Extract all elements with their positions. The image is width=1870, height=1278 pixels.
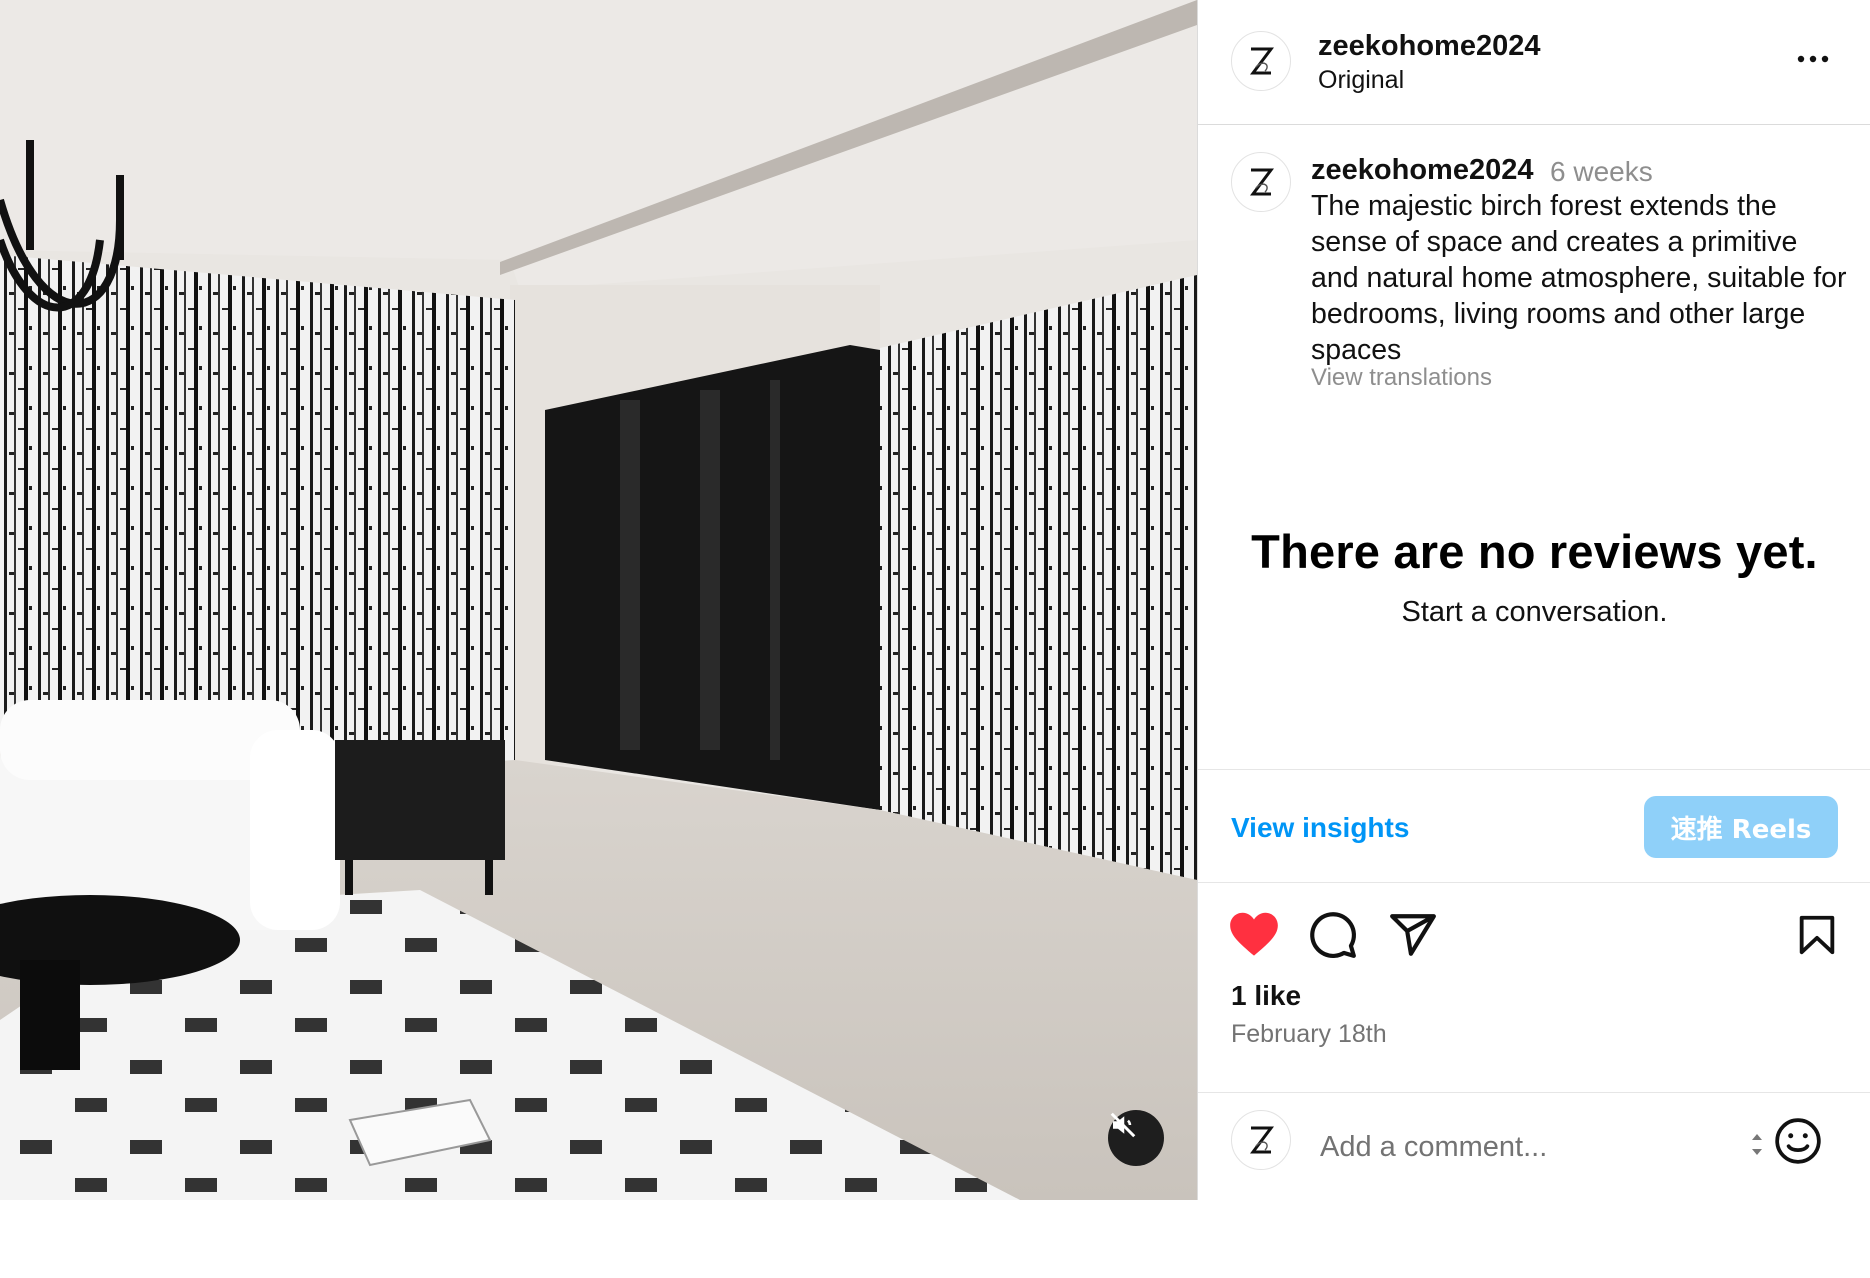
caption-username[interactable]: zeekohome2024 bbox=[1311, 154, 1533, 187]
send-icon bbox=[1390, 914, 1436, 956]
post-header: zeekohome2024 Original bbox=[1198, 0, 1870, 125]
comments-area: zeekohome2024 6 weeks The majestic birch… bbox=[1198, 124, 1870, 769]
caption-text: The majestic birch forest extends the se… bbox=[1311, 190, 1847, 366]
boost-reels-button[interactable]: 速推 Reels bbox=[1644, 796, 1838, 858]
emoji-button[interactable] bbox=[1773, 1116, 1823, 1171]
sort-arrows-icon bbox=[1752, 1134, 1762, 1155]
post-side-panel: zeekohome2024 Original zeekohome2024 6 w… bbox=[1197, 0, 1870, 1200]
speaker-muted-icon bbox=[1110, 1112, 1136, 1138]
comment-button[interactable] bbox=[1308, 910, 1358, 965]
zeeko-logo-icon bbox=[1250, 47, 1274, 75]
post-date[interactable]: February 18th bbox=[1231, 1020, 1387, 1049]
room-photo bbox=[0, 0, 1197, 1200]
heart-filled-icon bbox=[1230, 912, 1278, 956]
zeeko-logo-icon bbox=[1250, 1126, 1274, 1154]
comment-bar bbox=[1198, 1092, 1870, 1201]
avatar[interactable] bbox=[1231, 31, 1291, 91]
comment-input[interactable] bbox=[1318, 1123, 1652, 1171]
header-username[interactable]: zeekohome2024 bbox=[1318, 30, 1540, 63]
comment-icon bbox=[1310, 912, 1356, 958]
share-button[interactable] bbox=[1388, 910, 1438, 965]
expand-comment-button[interactable] bbox=[1748, 1125, 1766, 1170]
empty-state-subtitle: Start a conversation. bbox=[1401, 596, 1668, 628]
comment-avatar bbox=[1231, 1110, 1291, 1170]
empty-state-title: There are no reviews yet. bbox=[1251, 525, 1818, 578]
save-button[interactable] bbox=[1794, 910, 1840, 965]
post-media[interactable] bbox=[0, 0, 1197, 1200]
caption-time[interactable]: 6 weeks bbox=[1550, 156, 1653, 188]
insights-bar: View insights 速推 Reels bbox=[1198, 769, 1870, 883]
header-subtitle[interactable]: Original bbox=[1318, 66, 1404, 95]
view-translations-link[interactable]: View translations bbox=[1311, 364, 1492, 392]
likes-count[interactable]: 1 like bbox=[1231, 980, 1301, 1012]
view-insights-link[interactable]: View insights bbox=[1231, 812, 1409, 844]
more-horizontal-icon bbox=[1797, 55, 1829, 63]
bookmark-icon bbox=[1799, 915, 1835, 955]
like-button[interactable] bbox=[1228, 910, 1280, 963]
zeeko-logo-icon bbox=[1250, 168, 1274, 196]
emoji-icon bbox=[1775, 1118, 1821, 1164]
mute-button[interactable] bbox=[1108, 1110, 1164, 1166]
caption-avatar[interactable] bbox=[1231, 152, 1291, 212]
more-options-button[interactable] bbox=[1788, 44, 1838, 74]
